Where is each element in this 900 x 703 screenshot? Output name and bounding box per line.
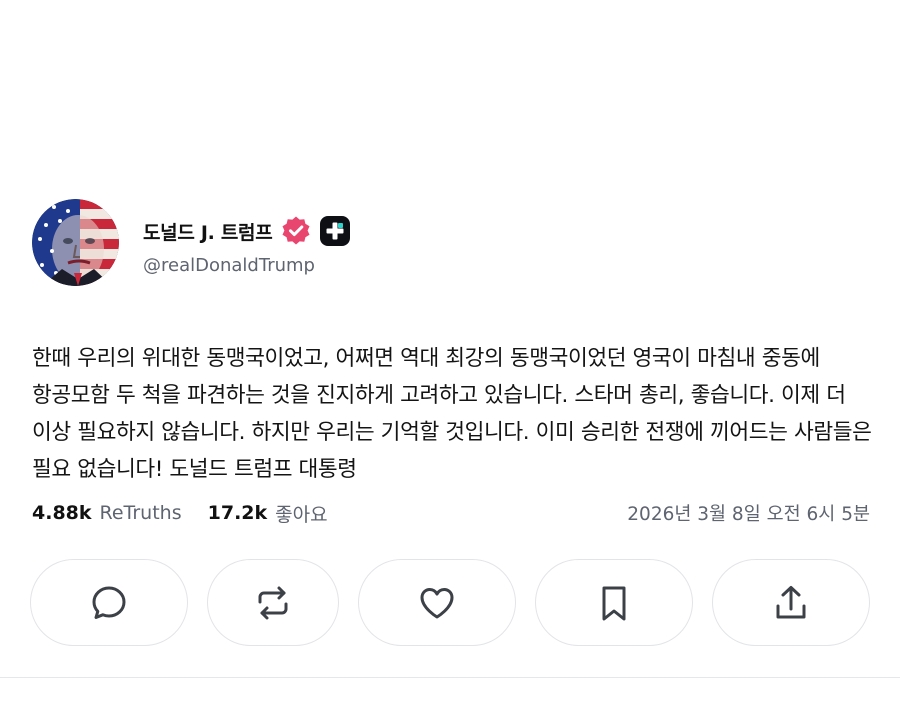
truth-plus-icon xyxy=(320,216,351,246)
reply-button[interactable] xyxy=(30,559,188,646)
retruths-count[interactable]: 4.88k xyxy=(32,502,92,524)
repost-icon xyxy=(258,586,288,619)
comment-icon xyxy=(92,586,126,619)
likes-count[interactable]: 17.2k xyxy=(208,502,268,524)
post-stats: 4.88k ReTruths 17.2k 좋아요 2026년 3월 8일 오전 … xyxy=(32,498,870,528)
post-timestamp: 2026년 3월 8일 오전 6시 5분 xyxy=(627,504,870,525)
post-page: 도널드 J. 트럼프 @realDonaldTrump 한때 우리의 위대한 동… xyxy=(0,0,900,703)
author-name-row: 도널드 J. 트럼프 xyxy=(143,214,351,248)
like-button[interactable] xyxy=(358,559,516,646)
bookmark-button[interactable] xyxy=(535,559,693,646)
handle[interactable]: @realDonaldTrump xyxy=(143,255,315,276)
verified-badge-icon xyxy=(282,216,310,245)
bookmark-icon xyxy=(602,586,626,620)
share-icon xyxy=(776,585,806,618)
likes-label[interactable]: 좋아요 xyxy=(275,500,327,527)
share-button[interactable] xyxy=(712,559,870,646)
display-name[interactable]: 도널드 J. 트럼프 xyxy=(143,218,273,245)
post-text: 한때 우리의 위대한 동맹국이었고, 어쩌면 역대 최강의 동맹국이었던 영국이… xyxy=(32,346,872,482)
avatar[interactable] xyxy=(32,199,119,286)
avatar-image xyxy=(32,199,119,286)
bottom-divider xyxy=(0,677,900,678)
retruth-button[interactable] xyxy=(207,559,339,646)
heart-icon xyxy=(420,587,454,618)
retruths-label[interactable]: ReTruths xyxy=(100,502,182,524)
